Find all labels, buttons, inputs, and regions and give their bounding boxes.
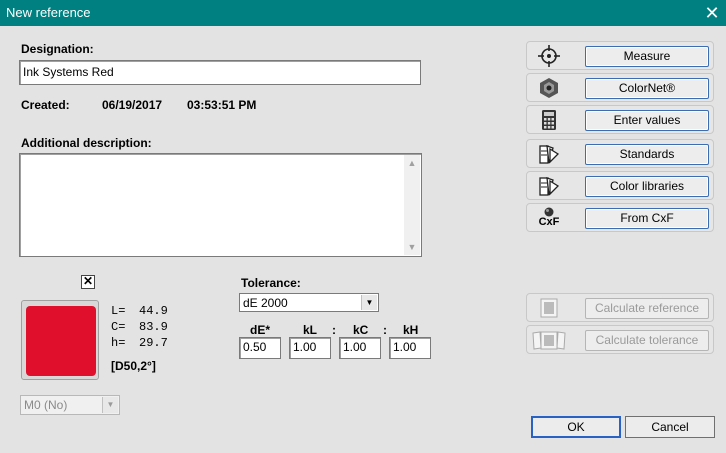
kh-header: kH (403, 323, 419, 337)
window-title: New reference (6, 5, 91, 20)
reference-icon (528, 295, 570, 320)
measurement-mode-select[interactable]: M0 (No) ▼ (20, 395, 120, 415)
standards-button[interactable]: Standards (585, 144, 709, 165)
crosshair-icon (528, 43, 570, 68)
fan-deck-icon (528, 173, 570, 198)
tolerance-label: Tolerance: (241, 276, 301, 290)
color-swatch (26, 306, 96, 376)
additional-description-textarea[interactable] (19, 153, 422, 257)
chevron-down-icon: ▼ (361, 295, 377, 310)
lch-h-value: 29.7 (139, 336, 168, 350)
designation-input[interactable]: Ink Systems Red (19, 60, 421, 85)
created-label: Created: (21, 98, 70, 112)
calculator-icon (528, 107, 570, 132)
lch-h-key: h= (111, 336, 126, 350)
scroll-down-icon[interactable]: ▼ (404, 239, 420, 255)
tolerance-icon (528, 327, 570, 352)
cancel-button[interactable]: Cancel (625, 416, 715, 438)
de-input[interactable]: 0.50 (239, 337, 281, 359)
calculate-tolerance-button[interactable]: Calculate tolerance (585, 330, 709, 351)
additional-description-label: Additional description: (21, 136, 152, 150)
kc-header: kC (353, 323, 369, 337)
lch-c-value: 83.9 (139, 320, 168, 334)
fan-deck-icon (528, 141, 570, 166)
created-time: 03:53:51 PM (187, 98, 257, 112)
kc-input[interactable]: 1.00 (339, 337, 381, 359)
lch-l-key: L= (111, 304, 126, 318)
separator-2: : (383, 323, 387, 337)
de-header: dE* (250, 323, 271, 337)
kl-header: kL (303, 323, 318, 337)
kh-input[interactable]: 1.00 (389, 337, 431, 359)
cxf-icon: CxF (528, 205, 570, 230)
scroll-up-icon[interactable]: ▲ (404, 155, 420, 171)
illuminant-label: [D50,2°] (111, 359, 156, 373)
lch-l-value: 44.9 (139, 304, 168, 318)
colornet-icon (528, 75, 570, 100)
kl-input[interactable]: 1.00 (289, 337, 331, 359)
clear-color-checkbox[interactable]: ✕ (81, 275, 95, 289)
cxf-icon-text: CxF (538, 216, 560, 228)
chevron-down-icon: ▼ (102, 397, 118, 413)
title-bar (0, 0, 726, 26)
colornet-button[interactable]: ColorNet® (585, 78, 709, 99)
color-libraries-button[interactable]: Color libraries (585, 176, 709, 197)
description-scrollbar[interactable]: ▲ ▼ (404, 155, 420, 255)
close-icon[interactable]: ✕ (700, 1, 724, 25)
tolerance-method-value: dE 2000 (243, 296, 288, 310)
designation-label: Designation: (21, 42, 94, 56)
enter-values-button[interactable]: Enter values (585, 110, 709, 131)
ok-button[interactable]: OK (531, 416, 621, 438)
from-cxf-button[interactable]: From CxF (585, 208, 709, 229)
created-date: 06/19/2017 (102, 98, 163, 112)
separator-1: : (332, 323, 336, 337)
lch-c-key: C= (111, 320, 126, 334)
calculate-reference-button[interactable]: Calculate reference (585, 298, 709, 319)
measure-button[interactable]: Measure (585, 46, 709, 67)
tolerance-method-select[interactable]: dE 2000 ▼ (239, 293, 379, 312)
additional-description-text (20, 154, 421, 158)
